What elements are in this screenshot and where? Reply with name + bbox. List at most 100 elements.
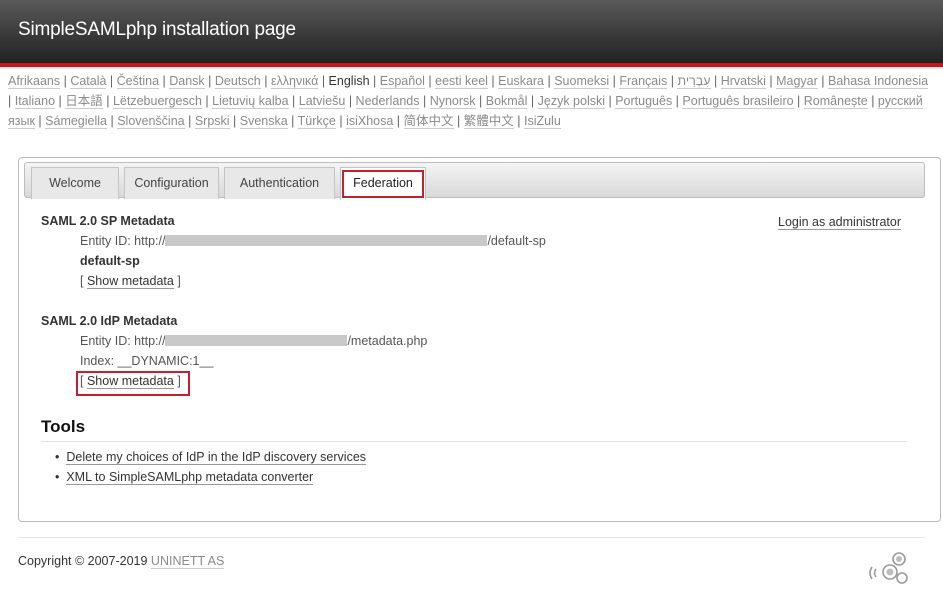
idp-entity-suffix: /metadata.php (347, 334, 428, 348)
sp-bracket-close: ] (177, 274, 181, 288)
language-link[interactable]: Euskara (498, 74, 545, 89)
language-link[interactable]: Hrvatski (720, 74, 766, 89)
login-as-admin-link[interactable]: Login as administrator (778, 215, 901, 230)
language-separator: | (793, 94, 804, 108)
login-as-admin-label: Login as administrator (778, 215, 901, 230)
language-separator: | (475, 94, 486, 108)
language-link[interactable]: Bokmål (485, 94, 528, 109)
idp-bracket-close: ] (177, 374, 181, 388)
language-separator: | (867, 94, 878, 108)
language-separator: | (287, 114, 298, 128)
language-separator: | (260, 74, 271, 88)
language-link[interactable]: עִבְרִית (677, 74, 711, 89)
idp-metadata-title: SAML 2.0 IdP Metadata (41, 314, 178, 328)
language-separator: | (710, 74, 721, 88)
bullet-icon: • (55, 450, 60, 464)
language-separator: | (229, 114, 240, 128)
tools-divider (41, 441, 907, 442)
language-link[interactable]: Français (619, 74, 668, 89)
language-link[interactable]: Português brasileiro (682, 94, 794, 109)
footer: Copyright © 2007-2019 UNINETT AS (18, 554, 225, 569)
language-link[interactable]: Sámegiella (45, 114, 107, 129)
sp-show-metadata-link[interactable]: Show metadata (86, 274, 174, 289)
language-separator: | (527, 94, 538, 108)
language-link[interactable]: Italiano (14, 94, 56, 109)
language-separator: | (107, 114, 118, 128)
language-link[interactable]: eesti keel (435, 74, 488, 89)
sp-entity-id: Entity ID: http:// /default-sp (80, 234, 546, 248)
language-link[interactable]: Românește (803, 94, 868, 109)
language-separator: | (419, 94, 430, 108)
delete-idp-choices-link[interactable]: Delete my choices of IdP in the IdP disc… (66, 450, 367, 465)
language-separator: | (335, 114, 347, 128)
language-link[interactable]: isiXhosa (346, 114, 394, 129)
idp-show-metadata-link[interactable]: Show metadata (86, 374, 174, 389)
language-separator: | (609, 74, 620, 88)
language-separator: | (8, 94, 15, 108)
language-separator: | (204, 74, 215, 88)
language-separator: | (513, 114, 524, 128)
footer-org-link[interactable]: UNINETT AS (150, 554, 225, 569)
idp-entity-id: Entity ID: http:// /metadata.php (80, 334, 427, 348)
language-separator: | (102, 94, 113, 108)
language-link: English (328, 74, 370, 88)
language-link[interactable]: Dansk (169, 74, 205, 89)
language-link[interactable]: Deutsch (214, 74, 261, 89)
tab-configuration[interactable]: Configuration (124, 167, 219, 199)
language-link[interactable]: ελληνικά (270, 74, 319, 89)
language-link[interactable]: IsiZulu (523, 114, 561, 129)
language-link[interactable]: Lëtzebuergesch (112, 94, 202, 109)
language-separator: | (605, 94, 616, 108)
language-separator: | (159, 74, 170, 88)
sp-entity-redacted (165, 235, 488, 246)
tab-welcome[interactable]: Welcome (31, 167, 119, 199)
language-link[interactable]: Język polski (537, 94, 606, 109)
language-link[interactable]: 繁體中文 (463, 114, 514, 129)
simplesamlphp-logo-icon (869, 552, 908, 584)
sp-name: default-sp (80, 254, 140, 268)
sp-entity-suffix: /default-sp (487, 234, 546, 248)
language-link[interactable]: Svenska (239, 114, 288, 129)
xml-converter-link[interactable]: XML to SimpleSAMLphp metadata converter (66, 470, 314, 485)
language-separator: | (55, 94, 66, 108)
language-link[interactable]: 简体中文 (403, 114, 454, 129)
language-link[interactable]: Čeština (116, 74, 160, 89)
language-link[interactable]: 日本語 (65, 94, 103, 109)
language-separator: | (765, 74, 777, 88)
language-link[interactable]: Srpski (194, 114, 230, 129)
language-link[interactable]: Bahasa Indonesia (827, 74, 929, 89)
language-link[interactable]: Nynorsk (429, 94, 476, 109)
language-link[interactable]: Latviešu (298, 94, 346, 109)
language-link[interactable]: Afrikaans (8, 74, 61, 89)
language-link[interactable]: Suomeksi (554, 74, 610, 89)
language-separator: | (345, 94, 356, 108)
main-panel: Welcome Configuration Authentication Fed… (18, 157, 941, 522)
language-link[interactable]: Türkçe (297, 114, 336, 129)
language-separator: | (288, 94, 299, 108)
language-separator: | (424, 74, 436, 88)
idp-entity-redacted (165, 335, 348, 346)
page-title: SimpleSAMLphp installation page (18, 19, 296, 40)
idp-bracket-open: [ (80, 374, 84, 388)
language-link[interactable]: Magyar (776, 74, 818, 89)
language-separator: | (453, 114, 464, 128)
tab-welcome-label: Welcome (49, 176, 101, 190)
language-link[interactable]: Català (70, 74, 107, 89)
tab-federation-highlight (342, 170, 424, 198)
language-link[interactable]: Español (379, 74, 425, 89)
language-separator: | (393, 114, 404, 128)
sp-entity-prefix: Entity ID: http:// (80, 234, 166, 248)
language-link[interactable]: Nederlands (355, 94, 420, 109)
sp-bracket-open: [ (80, 274, 84, 288)
tools-title: Tools (41, 417, 86, 436)
tab-authentication[interactable]: Authentication (224, 167, 335, 199)
language-link[interactable]: Português (615, 94, 673, 109)
tab-strip: Welcome Configuration Authentication Fed… (24, 162, 925, 200)
language-separator: | (667, 74, 678, 88)
language-separator: | (184, 114, 195, 128)
tab-federation[interactable]: Federation (340, 167, 426, 200)
language-separator: | (487, 74, 499, 88)
language-link[interactable]: Lietuvių kalba (212, 94, 289, 109)
footer-divider (18, 537, 925, 538)
language-link[interactable]: Slovenščina (117, 114, 185, 129)
